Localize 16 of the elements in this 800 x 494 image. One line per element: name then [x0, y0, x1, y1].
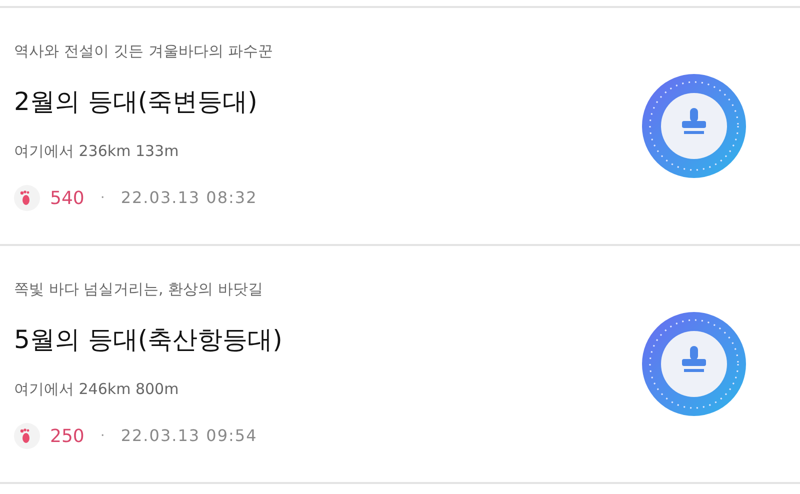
title: 5월의 등대(축산항등대): [14, 324, 282, 356]
timestamp: 22.03.13 09:54: [120, 425, 258, 448]
subtitle: 쪽빛 바다 넘실거리는, 환상의 바닷길: [14, 279, 264, 300]
footprint-icon: [14, 423, 40, 450]
step-count: 250: [50, 424, 84, 449]
distance: 여기에서 246km 800m: [14, 379, 180, 400]
stamp-badge-icon: [642, 74, 746, 178]
subtitle: 역사와 전설이 깃든 겨울바다의 파수꾼: [14, 41, 274, 62]
separator: ·: [99, 188, 106, 208]
stamp-badge-icon: [642, 312, 746, 416]
timestamp: 22.03.13 08:32: [120, 187, 258, 210]
title: 2월의 등대(죽변등대): [14, 86, 258, 118]
footprint-icon: [14, 185, 40, 212]
separator: ·: [99, 426, 106, 446]
distance: 여기에서 236km 133m: [14, 141, 180, 162]
step-count: 540: [50, 186, 84, 211]
